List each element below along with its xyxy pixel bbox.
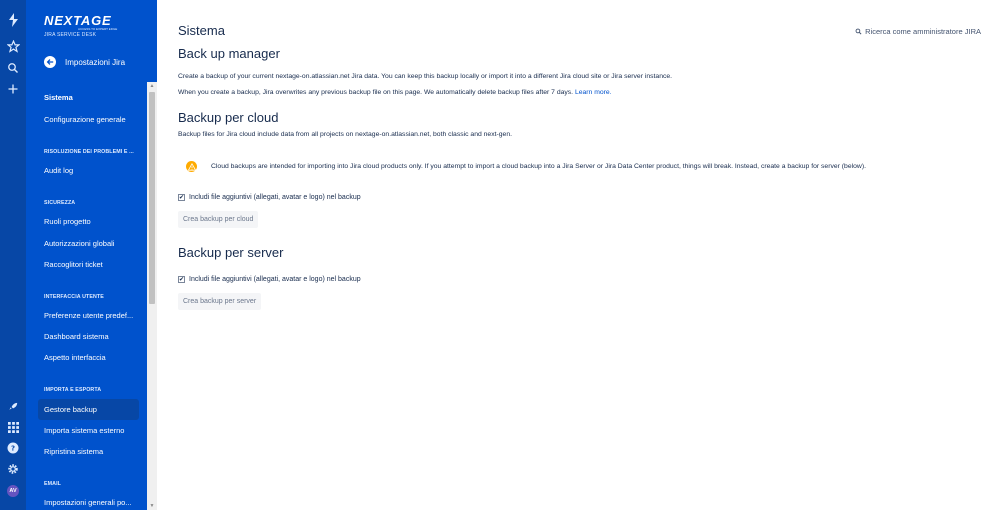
scroll-down-arrow-icon[interactable]: ▼ [149, 503, 155, 509]
sidebar-item-system-dashboard[interactable]: Dashboard sistema [38, 326, 139, 347]
plus-icon[interactable] [3, 79, 23, 99]
logo-text: NEXTAGE [44, 13, 111, 28]
sidebar-item-restore-system[interactable]: Ripristina sistema [38, 441, 139, 462]
logo-tagline: ACCESS TO EXPERT EDGE [78, 27, 117, 31]
create-server-backup-button[interactable]: Crea backup per server [178, 293, 262, 310]
section-troubleshooting: RISOLUZIONE DEI PROBLEMI E ... [44, 149, 134, 155]
section-heading-cloud: Backup per cloud [178, 110, 279, 125]
app-switcher-icon[interactable] [3, 417, 23, 437]
cloud-description: Backup files for Jira cloud include data… [178, 131, 512, 138]
search-icon [855, 28, 862, 35]
svg-text:?: ? [11, 445, 15, 453]
intro-text: Create a backup of your current nextage-… [178, 73, 673, 80]
back-label: Impostazioni Jira [65, 57, 126, 67]
sidebar-item-global-permissions[interactable]: Autorizzazioni globali [38, 233, 139, 254]
star-icon[interactable] [3, 36, 23, 56]
avatar-initials: AV [7, 485, 19, 497]
scroll-up-arrow-icon[interactable]: ▲ [149, 83, 155, 89]
sidebar-item-email-settings[interactable]: Impostazioni generali po... [38, 492, 139, 510]
section-import-export: IMPORTA E ESPORTA [44, 387, 102, 393]
warning-text: Cloud backups are intended for importing… [211, 163, 866, 170]
global-nav-rail: ? AV [0, 0, 26, 510]
sidebar-item-issue-collectors[interactable]: Raccoglitori ticket [38, 254, 139, 275]
sidebar-item-configurazione[interactable]: Configurazione generale [38, 109, 139, 130]
main-content: Sistema Ricerca come amministratore JIRA… [178, 0, 988, 510]
help-icon[interactable]: ? [3, 438, 23, 458]
section-heading-server: Backup per server [178, 245, 284, 260]
settings-icon[interactable] [3, 459, 23, 479]
section-email: EMAIL [44, 481, 61, 487]
product-name: JIRA SERVICE DESK [44, 32, 97, 38]
admin-search-label: Ricerca come amministratore JIRA [865, 27, 981, 36]
jira-logo-icon[interactable] [3, 10, 23, 30]
section-security: SICUREZZA [44, 200, 76, 206]
sidebar-item-sistema[interactable]: Sistema [38, 87, 139, 108]
nextage-logo[interactable]: NEXTAGE ACCESS TO EXPERT EDGE [44, 13, 124, 31]
sidebar-item-project-roles[interactable]: Ruoli progetto [38, 211, 139, 232]
server-include-files-row: ✔ Includi file aggiuntivi (allegati, ava… [178, 276, 361, 283]
warning-icon [186, 161, 197, 172]
sidebar-item-audit-log[interactable]: Audit log [38, 160, 139, 181]
sidebar-item-external-import[interactable]: Importa sistema esterno [38, 420, 139, 441]
learn-more-link[interactable]: Learn more. [575, 89, 612, 96]
cloud-warning-message: Cloud backups are intended for importing… [178, 153, 988, 180]
user-avatar[interactable]: AV [3, 481, 23, 501]
create-cloud-backup-button[interactable]: Crea backup per cloud [178, 211, 259, 228]
search-icon[interactable] [3, 58, 23, 78]
cloud-include-files-label: Includi file aggiuntivi (allegati, avata… [189, 194, 361, 201]
project-sidebar: NEXTAGE ACCESS TO EXPERT EDGE JIRA SERVI… [26, 0, 157, 510]
intro-text-2-body: When you create a backup, Jira overwrite… [178, 89, 574, 96]
admin-search-link[interactable]: Ricerca come amministratore JIRA [855, 27, 981, 36]
section-user-interface: INTERFACCIA UTENTE [44, 294, 104, 300]
server-include-files-label: Includi file aggiuntivi (allegati, avata… [189, 276, 361, 283]
back-to-settings-button[interactable]: Impostazioni Jira [44, 56, 125, 68]
sidebar-scrollbar[interactable]: ▲ ▼ [147, 82, 157, 510]
intro-text-2: When you create a backup, Jira overwrite… [178, 89, 612, 96]
section-heading-backup-manager: Back up manager [178, 46, 280, 61]
arrow-left-icon [44, 56, 56, 68]
cloud-include-files-checkbox[interactable]: ✔ [178, 194, 185, 201]
cloud-include-files-row: ✔ Includi file aggiuntivi (allegati, ava… [178, 194, 361, 201]
server-include-files-checkbox[interactable]: ✔ [178, 276, 185, 283]
sidebar-item-backup-manager[interactable]: Gestore backup [38, 399, 139, 420]
sidebar-item-user-preferences[interactable]: Preferenze utente predef... [38, 305, 139, 326]
scrollbar-thumb[interactable] [149, 92, 155, 304]
page-title: Sistema [178, 23, 225, 38]
sidebar-item-look-and-feel[interactable]: Aspetto interfaccia [38, 347, 139, 368]
rocket-icon[interactable] [3, 396, 23, 416]
